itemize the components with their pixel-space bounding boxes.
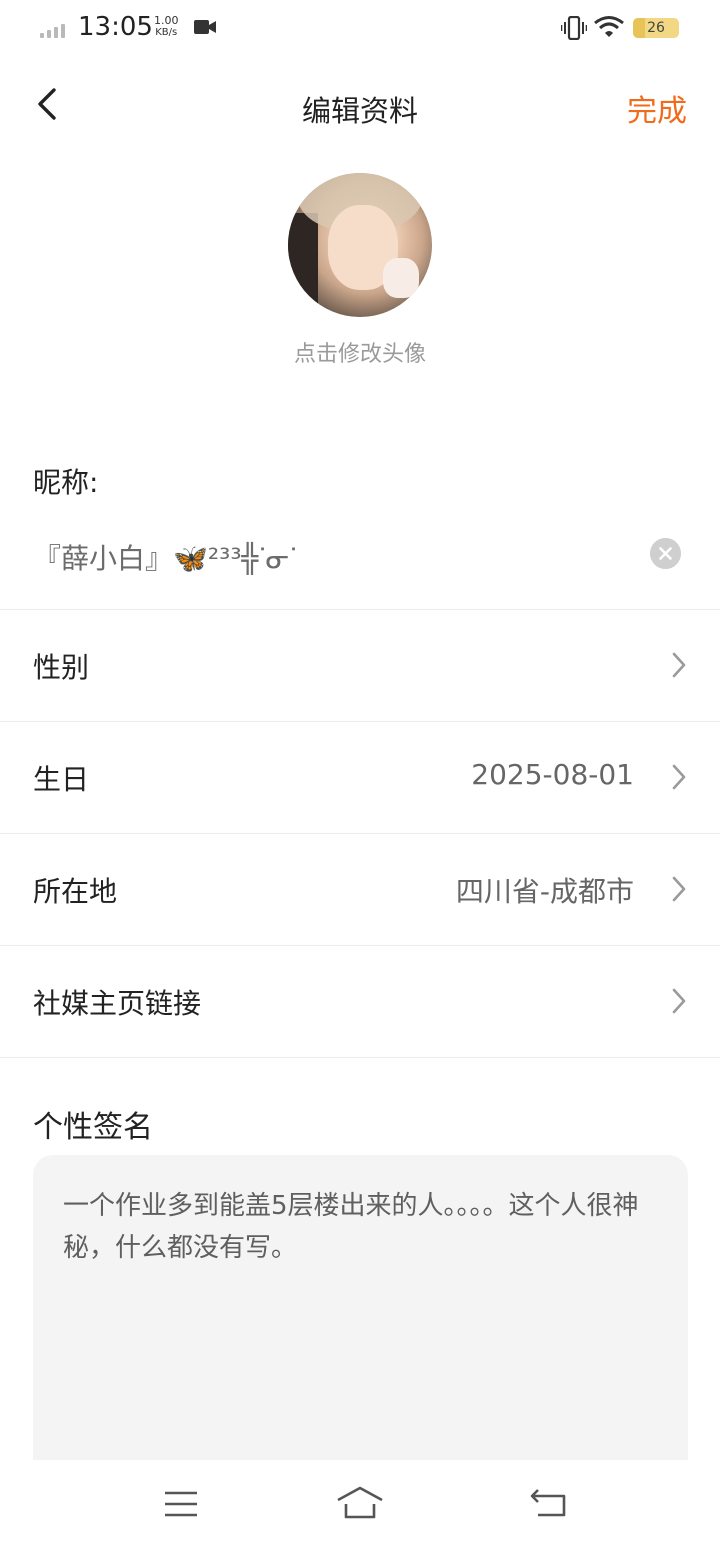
battery-indicator: 26 [633,18,679,38]
social-links-label: 社媒主页链接 [33,987,202,1020]
done-button[interactable]: 完成 [627,86,687,130]
nickname-input[interactable]: 『薛小白』🦋²³³╬ᐝᓂᐝ [33,537,297,577]
signature-label: 个性签名 [33,1110,153,1145]
birthday-label: 生日 [33,763,90,796]
chevron-right-icon [672,876,686,902]
battery-level: 26 [647,20,665,36]
chevron-right-icon [672,652,686,678]
location-label: 所在地 [33,875,118,908]
change-avatar-caption[interactable]: 点击修改头像 [0,336,720,368]
battery-fill [633,18,645,38]
gender-label: 性别 [33,651,90,684]
chevron-right-icon [672,764,686,790]
signal-icon [40,24,70,38]
status-bar: 13:05 1.00 KB/s 26 [0,0,720,60]
vibrate-icon [561,16,587,40]
signature-textarea[interactable]: 一个作业多到能盖5层楼出来的人。。。。这个人很神秘，什么都没有写。 [33,1155,688,1475]
birthday-row[interactable]: 生日 2025-08-01 [0,722,720,832]
clear-input-icon[interactable] [650,538,681,569]
birthday-value: 2025-08-01 [471,758,634,791]
location-row[interactable]: 所在地 四川省-成都市 [0,834,720,944]
avatar[interactable] [288,173,432,317]
nickname-label: 昵称: [33,466,99,499]
home-icon[interactable] [336,1486,384,1520]
wifi-icon [594,16,624,37]
social-links-row[interactable]: 社媒主页链接 [0,946,720,1056]
divider [0,1057,720,1058]
network-speed-unit: KB/s [155,27,178,38]
header: 编辑资料 完成 [0,70,720,140]
video-camera-icon [194,20,216,34]
location-value: 四川省-成都市 [455,875,634,908]
gender-row[interactable]: 性别 [0,610,720,720]
system-nav-bar [0,1460,720,1544]
menu-icon[interactable] [163,1490,199,1518]
page-title: 编辑资料 [301,94,418,128]
network-speed: 1.00 KB/s [154,15,179,39]
network-speed-value: 1.00 [154,14,179,27]
chevron-right-icon [672,988,686,1014]
status-time: 13:05 [78,12,153,42]
system-back-icon[interactable] [530,1488,568,1518]
